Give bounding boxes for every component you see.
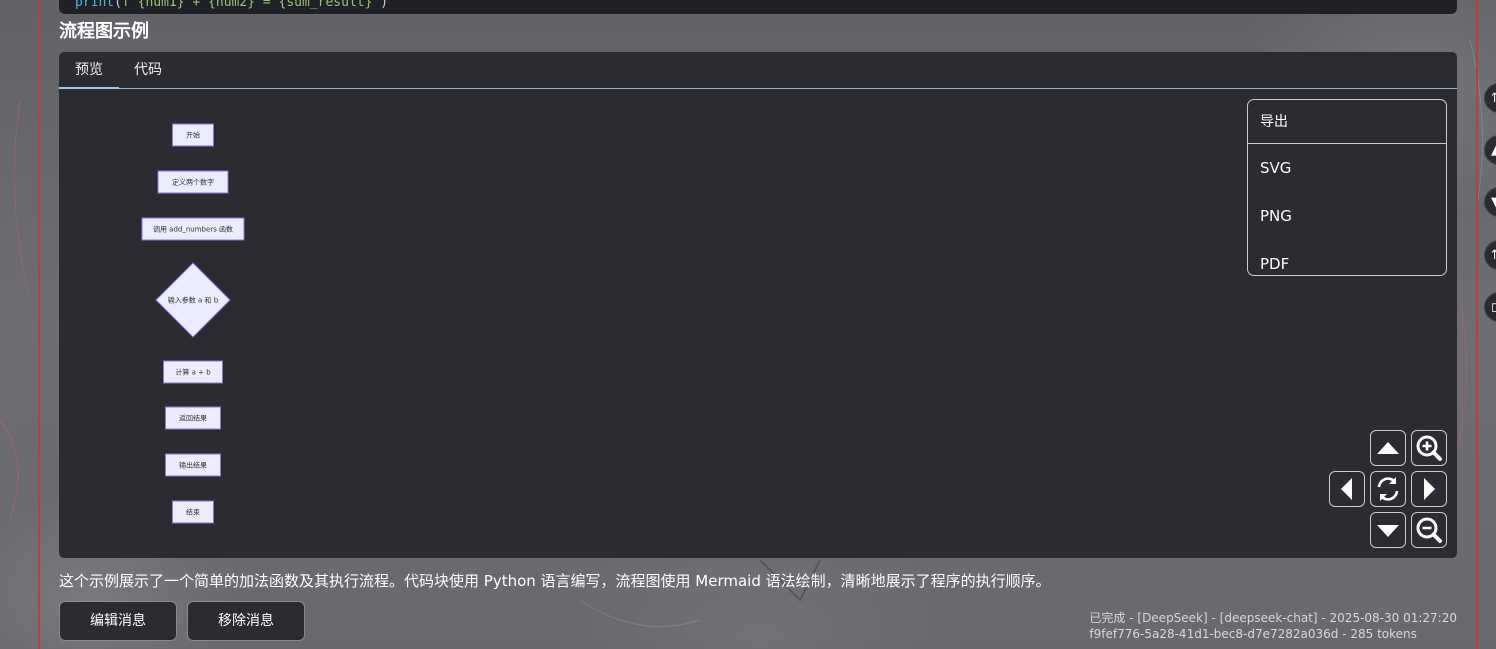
export-menu-header: 导出 bbox=[1248, 100, 1446, 144]
flowchart-node-label: 调用 add_numbers 函数 bbox=[153, 225, 233, 234]
pan-left-button[interactable] bbox=[1329, 471, 1365, 507]
zoom-out-icon bbox=[1416, 517, 1442, 543]
zoom-in-button[interactable] bbox=[1411, 430, 1447, 466]
flowchart-node-label: 计算 a + b bbox=[175, 368, 211, 377]
triangle-up-icon: ▲ bbox=[1491, 143, 1496, 158]
flowchart-node: 开始 bbox=[172, 123, 214, 147]
flowchart-node-label: 开始 bbox=[186, 131, 200, 140]
flowchart-svg: 开始定义两个数字调用 add_numbers 函数输入参数 a 和 b 计算 a … bbox=[141, 123, 245, 524]
refresh-icon bbox=[1377, 477, 1399, 501]
remove-message-button[interactable]: 移除消息 bbox=[187, 601, 305, 641]
side-action-icon: ⇅ bbox=[1491, 248, 1496, 263]
flowchart-node-label: 输入参数 a 和 b bbox=[168, 296, 219, 305]
export-svg-option[interactable]: SVG bbox=[1248, 144, 1446, 192]
triangle-down-icon bbox=[1377, 525, 1399, 537]
side-action-icon: ⇅ bbox=[1491, 91, 1496, 106]
triangle-left-icon bbox=[1341, 478, 1352, 500]
flowchart-node-label: 结束 bbox=[186, 508, 200, 517]
message-meta: 已完成 - [DeepSeek] - [deepseek-chat] - 202… bbox=[1089, 610, 1457, 642]
flowchart-node: 调用 add_numbers 函数 bbox=[141, 217, 245, 241]
triangle-down-icon: ▼ bbox=[1491, 195, 1496, 210]
tab-code[interactable]: 代码 bbox=[121, 52, 175, 89]
tab-bar: 预览 代码 bbox=[59, 52, 1457, 89]
flowchart-node: 输出结果 bbox=[165, 453, 221, 477]
zoom-in-icon bbox=[1416, 435, 1442, 461]
flowchart-node: 输入参数 a 和 b bbox=[155, 262, 231, 338]
flowchart-node-label: 返回结果 bbox=[179, 414, 207, 423]
edit-message-button[interactable]: 编辑消息 bbox=[59, 601, 177, 641]
reset-view-button[interactable] bbox=[1370, 471, 1406, 507]
section-title: 流程图示例 bbox=[59, 21, 149, 42]
triangle-right-icon bbox=[1424, 478, 1435, 500]
pan-down-button[interactable] bbox=[1370, 512, 1406, 548]
code-line: print(f"{num1} + {num2} = {sum_result}") bbox=[75, 0, 389, 10]
meta-id-line: f9fef776-5a28-41d1-bec8-d7e7282a036d - 2… bbox=[1089, 627, 1417, 641]
pan-right-button[interactable] bbox=[1411, 471, 1447, 507]
copy-icon: ◻ bbox=[1491, 300, 1496, 315]
pan-up-button[interactable] bbox=[1370, 430, 1406, 466]
flowchart-node-label: 输出结果 bbox=[179, 461, 207, 470]
flowchart-diagram: 开始定义两个数字调用 add_numbers 函数 输入参数 a 和 b 计算 a … bbox=[59, 90, 359, 562]
flowchart-node: 返回结果 bbox=[165, 406, 221, 430]
message-description: 这个示例展示了一个简单的加法函数及其执行流程。代码块使用 Python 语言编写… bbox=[59, 572, 1051, 590]
meta-status-line: 已完成 - [DeepSeek] - [deepseek-chat] - 202… bbox=[1089, 611, 1457, 625]
export-menu: 导出 SVG PNG PDF bbox=[1247, 99, 1447, 276]
tab-preview[interactable]: 预览 bbox=[59, 52, 119, 89]
zoom-out-button[interactable] bbox=[1411, 512, 1447, 548]
flowchart-node: 结束 bbox=[172, 500, 214, 524]
triangle-up-icon bbox=[1377, 442, 1399, 454]
mermaid-panel: 预览 代码 开始定义两个数字调用 add_numbers 函数 输入参数 a 和 … bbox=[59, 52, 1457, 558]
flowchart-node: 定义两个数字 bbox=[157, 170, 229, 194]
code-block-fragment: print(f"{num1} + {num2} = {sum_result}") bbox=[59, 0, 1457, 14]
export-png-option[interactable]: PNG bbox=[1248, 192, 1446, 240]
flowchart-node-label: 定义两个数字 bbox=[172, 178, 214, 187]
export-pdf-option[interactable]: PDF bbox=[1248, 240, 1446, 275]
flowchart-node: 计算 a + b bbox=[163, 360, 223, 384]
